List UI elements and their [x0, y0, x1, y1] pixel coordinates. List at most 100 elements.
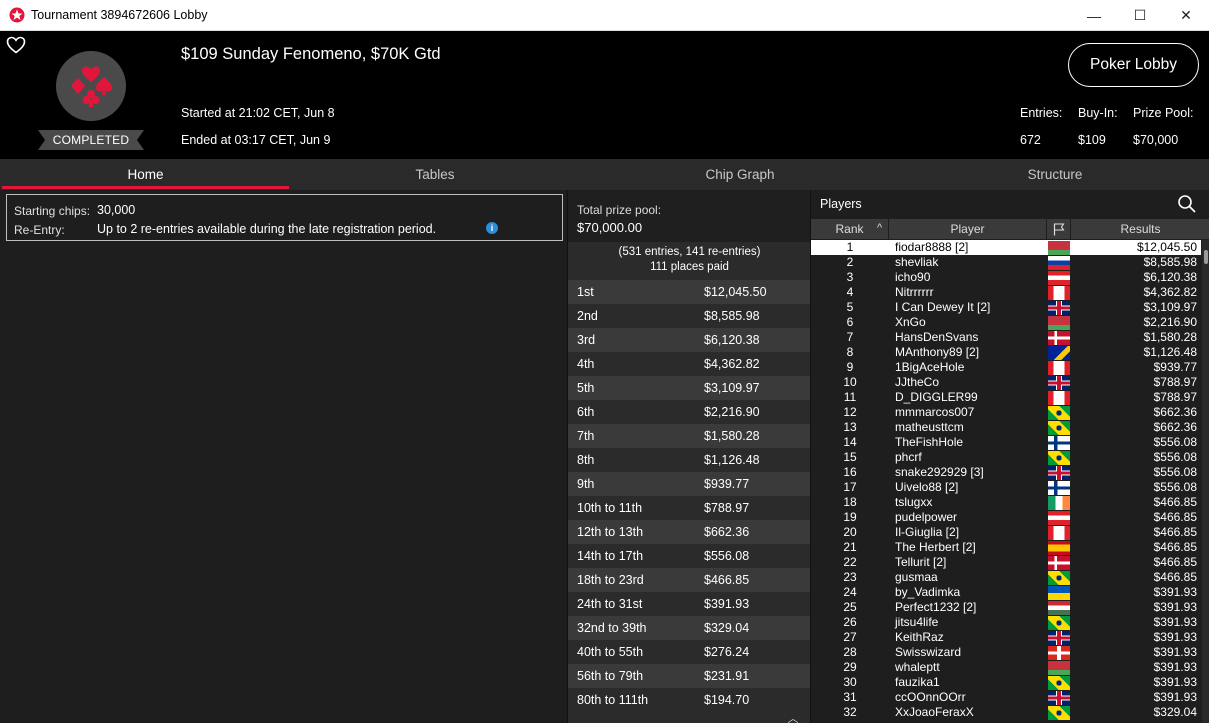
country-flag-icon — [1047, 390, 1071, 405]
player-row[interactable]: 6 XnGo $2,216.90 — [811, 315, 1201, 330]
player-name: snake292929 [3] — [895, 465, 984, 479]
player-result: $466.85 — [1153, 540, 1197, 554]
col-flag-header[interactable] — [1047, 219, 1071, 239]
payout-row: 56th to 79th $231.91 — [568, 664, 811, 688]
player-row[interactable]: 26 jitsu4life $391.93 — [811, 615, 1201, 630]
players-title: Players — [820, 197, 862, 211]
col-results-header[interactable]: Results — [1071, 219, 1209, 239]
player-row[interactable]: 5 I Can Dewey It [2] $3,109.97 — [811, 300, 1201, 315]
player-row[interactable]: 22 Tellurit [2] $466.85 — [811, 555, 1201, 570]
maximize-button[interactable]: ☐ — [1117, 0, 1163, 31]
player-name: 1BigAceHole — [895, 360, 965, 374]
player-row[interactable]: 30 fauzika1 $391.93 — [811, 675, 1201, 690]
scroll-up-button[interactable]: ︿ — [780, 710, 806, 723]
player-rank: 30 — [843, 675, 857, 689]
payout-row: 18th to 23rd $466.85 — [568, 568, 811, 592]
tab-tables[interactable]: Tables — [291, 159, 579, 190]
favorite-heart-icon[interactable] — [6, 36, 26, 54]
flag-ca-icon — [1048, 390, 1070, 405]
player-row[interactable]: 19 pudelpower $466.85 — [811, 510, 1201, 525]
player-row[interactable]: 10 JJtheCo $788.97 — [811, 375, 1201, 390]
player-row[interactable]: 14 TheFishHole $556.08 — [811, 435, 1201, 450]
player-rank: 6 — [846, 315, 854, 329]
player-name: shevliak — [895, 255, 939, 269]
payout-row: 40th to 55th $276.24 — [568, 640, 811, 664]
player-rank: 18 — [843, 495, 857, 509]
player-row[interactable]: 16 snake292929 [3] $556.08 — [811, 465, 1201, 480]
player-row[interactable]: 27 KeithRaz $391.93 — [811, 630, 1201, 645]
scrollbar-thumb[interactable] — [1204, 250, 1208, 264]
search-icon[interactable] — [1177, 194, 1197, 214]
flag-br-icon — [1048, 675, 1070, 690]
player-row[interactable]: 20 Il-Giuglia [2] $466.85 — [811, 525, 1201, 540]
status-badge: COMPLETED — [52, 133, 130, 147]
payout-place: 8th — [577, 453, 595, 467]
close-button[interactable]: ✕ — [1163, 0, 1209, 31]
payout-row: 5th $3,109.97 — [568, 376, 811, 400]
player-result: $391.93 — [1153, 615, 1197, 629]
player-row[interactable]: 4 Nitrrrrrr $4,362.82 — [811, 285, 1201, 300]
player-row[interactable]: 25 Perfect1232 [2] $391.93 — [811, 600, 1201, 615]
player-row[interactable]: 13 matheusttcm $662.36 — [811, 420, 1201, 435]
tab-chip-graph[interactable]: Chip Graph — [579, 159, 901, 190]
player-name: tslugxx — [895, 495, 933, 509]
player-row[interactable]: 1 fiodar8888 [2] $12,045.50 — [811, 240, 1201, 255]
player-row[interactable]: 9 1BigAceHole $939.77 — [811, 360, 1201, 375]
player-row[interactable]: 29 whaleptt $391.93 — [811, 660, 1201, 675]
payout-amount: $1,126.48 — [704, 453, 760, 467]
prize-summary: (531 entries, 141 re-entries) 111 places… — [568, 245, 811, 275]
player-row[interactable]: 31 ccOOnnOOrr $391.93 — [811, 690, 1201, 705]
player-row[interactable]: 32 XxJoaoFeraxX $329.04 — [811, 705, 1201, 720]
minimize-button[interactable]: — — [1071, 0, 1117, 31]
player-result: $329.04 — [1153, 705, 1197, 719]
player-row[interactable]: 24 by_Vadimka $391.93 — [811, 585, 1201, 600]
prize-panel: Total prize pool: $70,000.00 (531 entrie… — [567, 190, 811, 723]
player-result: $1,126.48 — [1143, 345, 1197, 359]
player-row[interactable]: 18 tslugxx $466.85 — [811, 495, 1201, 510]
country-flag-icon — [1047, 600, 1071, 615]
flag-gb-icon — [1048, 465, 1070, 480]
country-flag-icon — [1047, 330, 1071, 345]
player-row[interactable]: 28 Swisswizard $391.93 — [811, 645, 1201, 660]
player-row[interactable]: 12 mmmarcos007 $662.36 — [811, 405, 1201, 420]
player-result: $466.85 — [1153, 570, 1197, 584]
player-result: $556.08 — [1153, 450, 1197, 464]
country-flag-icon — [1047, 435, 1071, 450]
buyin-value: $109 — [1078, 133, 1106, 147]
players-scrollbar[interactable] — [1202, 240, 1209, 723]
player-result: $466.85 — [1153, 525, 1197, 539]
flag-ca-icon — [1048, 360, 1070, 375]
tab-home[interactable]: Home — [0, 159, 291, 190]
player-row[interactable]: 17 Uivelo88 [2] $556.08 — [811, 480, 1201, 495]
buyin-label: Buy-In: — [1078, 106, 1118, 120]
player-name: mmmarcos007 — [895, 405, 975, 419]
info-icon[interactable]: i — [486, 222, 498, 234]
player-result: $466.85 — [1153, 510, 1197, 524]
player-name: MAnthony89 [2] — [895, 345, 980, 359]
player-row[interactable]: 21 The Herbert [2] $466.85 — [811, 540, 1201, 555]
payout-amount: $231.91 — [704, 669, 750, 683]
tab-structure[interactable]: Structure — [901, 159, 1209, 190]
player-row[interactable]: 23 gusmaa $466.85 — [811, 570, 1201, 585]
player-row[interactable]: 2 shevliak $8,585.98 — [811, 255, 1201, 270]
prizepool-label: Prize Pool: — [1133, 106, 1194, 120]
flag-fi-icon — [1048, 435, 1070, 450]
player-name: TheFishHole — [895, 435, 964, 449]
player-row[interactable]: 11 D_DIGGLER99 $788.97 — [811, 390, 1201, 405]
payout-amount: $556.08 — [704, 549, 750, 563]
player-rank: 3 — [846, 270, 854, 284]
player-name: I Can Dewey It [2] — [895, 300, 991, 314]
starting-chips-value: 30,000 — [97, 203, 136, 217]
flag-dk-icon — [1048, 555, 1070, 570]
player-row[interactable]: 3 icho90 $6,120.38 — [811, 270, 1201, 285]
player-row[interactable]: 15 phcrf $556.08 — [811, 450, 1201, 465]
col-rank-header[interactable]: Rank ^ — [811, 219, 889, 239]
player-row[interactable]: 8 MAnthony89 [2] $1,126.48 — [811, 345, 1201, 360]
payout-amount: $194.70 — [704, 693, 750, 707]
total-prize-label: Total prize pool: — [577, 203, 662, 217]
col-player-header[interactable]: Player — [889, 219, 1047, 239]
player-row[interactable]: 7 HansDenSvans $1,580.28 — [811, 330, 1201, 345]
poker-lobby-button[interactable]: Poker Lobby — [1068, 43, 1199, 87]
player-rank: 20 — [843, 525, 857, 539]
player-name: Swisswizard — [895, 645, 962, 659]
